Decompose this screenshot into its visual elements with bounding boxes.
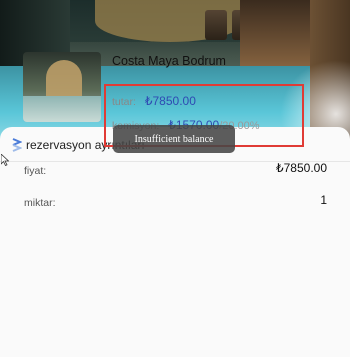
price-value: ₺7850.00 [275, 161, 327, 175]
hotel-name: Costa Maya Bodrum [112, 54, 226, 68]
price-row: fiyat: ₺7850.00 [24, 161, 327, 179]
amount-value: ₺7850.00 [144, 94, 196, 108]
chevrons-stack-icon [12, 138, 22, 152]
toast-message: Insufficient balance [113, 125, 235, 153]
amount-row: tutar: ₺7850.00 [112, 94, 196, 108]
price-label: fiyat: [24, 165, 47, 177]
quantity-label: miktar: [24, 197, 56, 209]
quantity-value: 1 [320, 193, 327, 207]
amount-label: tutar: [112, 96, 136, 108]
mouse-cursor-icon [1, 154, 9, 166]
hotel-thumbnail [23, 52, 101, 122]
quantity-row: miktar: 1 [24, 193, 327, 211]
